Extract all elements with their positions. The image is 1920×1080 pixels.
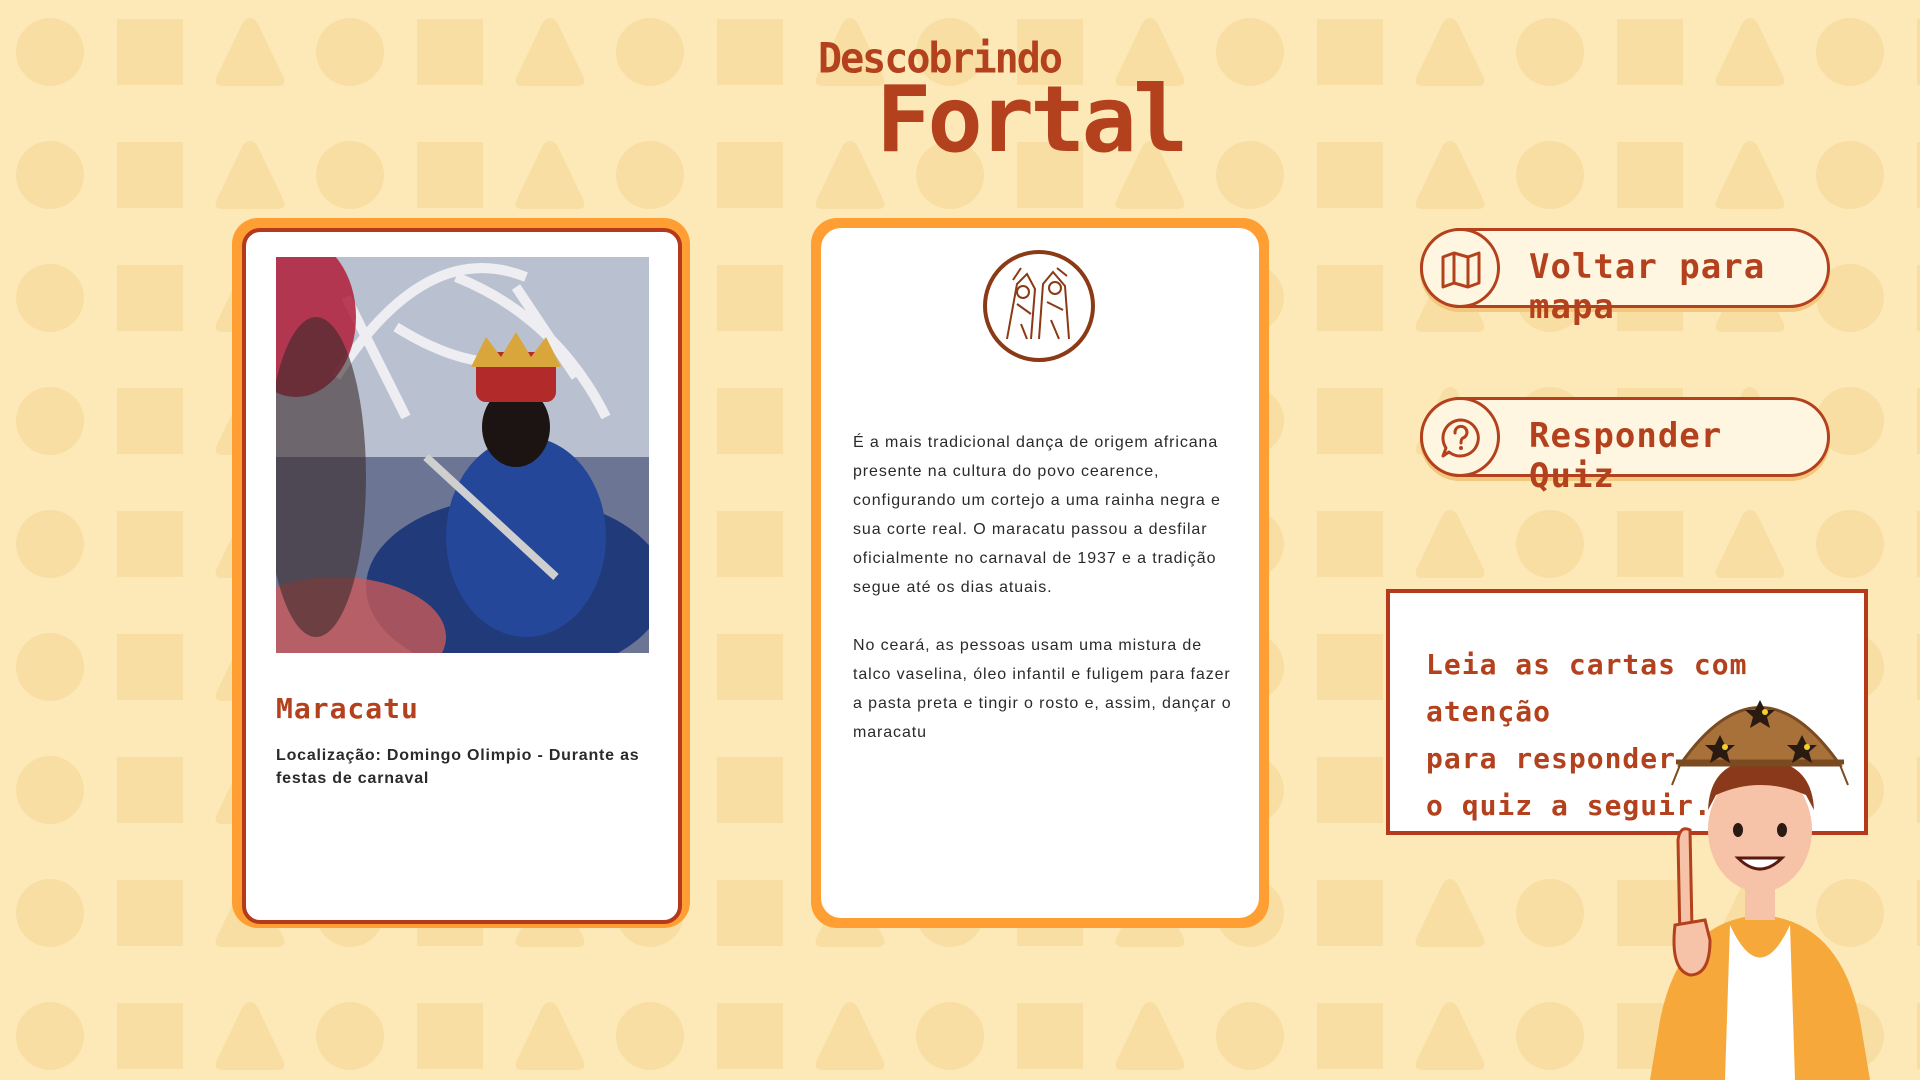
pattern-shape [1317,757,1383,823]
pattern-shape [117,511,183,577]
pattern-shape [1317,19,1383,85]
pattern-shape [1516,510,1584,578]
question-chat-icon [1420,397,1500,477]
pattern-shape [316,18,384,86]
pattern-shape [1317,388,1383,454]
pattern-shape [117,757,183,823]
pattern-shape [1715,510,1785,578]
pattern-shape [515,18,585,86]
pattern-shape [717,388,783,454]
pattern-shape [16,264,84,332]
pattern-shape [16,879,84,947]
info-card-photo: Maracatu Localização: Domingo Olimpio - … [232,218,690,928]
pattern-shape [1516,18,1584,86]
pattern-shape [1415,1002,1485,1070]
pattern-shape [16,510,84,578]
card-inner: Maracatu Localização: Domingo Olimpio - … [242,228,682,924]
pattern-shape [16,633,84,701]
pattern-shape [316,141,384,209]
card-location: Localização: Domingo Olimpio - Durante a… [276,747,640,787]
pattern-shape [1617,19,1683,85]
back-to-map-button[interactable]: Voltar para mapa [1420,228,1830,327]
pattern-shape [1715,141,1785,209]
pattern-shape [1317,142,1383,208]
pattern-shape [1415,18,1485,86]
pattern-shape [1617,142,1683,208]
pattern-shape [16,387,84,455]
pattern-shape [1216,141,1284,209]
pattern-shape [1017,1003,1083,1069]
pattern-shape [117,1003,183,1069]
pattern-shape [717,265,783,331]
logo-line2: Fortal [876,66,1188,173]
pattern-shape [117,19,183,85]
pattern-shape [1415,879,1485,947]
description-paragraph-2: No ceará, as pessoas usam uma mistura de… [853,637,1232,741]
pattern-shape [215,141,285,209]
pattern-shape [1415,141,1485,209]
pattern-shape [16,141,84,209]
pattern-shape [117,265,183,331]
pattern-shape [1617,511,1683,577]
pattern-shape [417,142,483,208]
pattern-shape [815,1002,885,1070]
pattern-shape [916,1002,984,1070]
pattern-shape [117,634,183,700]
pattern-shape [717,880,783,946]
answer-quiz-button[interactable]: Responder Quiz [1420,397,1830,496]
pattern-shape [1516,1002,1584,1070]
map-icon [1420,228,1500,308]
pattern-shape [1317,265,1383,331]
pattern-shape [1115,1002,1185,1070]
pattern-shape [717,142,783,208]
pattern-shape [316,1002,384,1070]
guide-character-illustration [1650,700,1870,1080]
pattern-shape [717,757,783,823]
pattern-shape [1317,880,1383,946]
pattern-shape [515,1002,585,1070]
pattern-shape [1816,141,1884,209]
pattern-shape [1415,510,1485,578]
back-to-map-label: Voltar para mapa [1529,247,1766,327]
pattern-shape [16,18,84,86]
pattern-shape [417,19,483,85]
maracatu-figure-icon [983,250,1095,362]
pattern-shape [1317,1003,1383,1069]
info-card-description: É a mais tradicional dança de origem afr… [811,218,1269,928]
card-title: Maracatu [276,692,419,725]
pattern-shape [717,511,783,577]
pattern-shape [215,18,285,86]
pattern-shape [717,634,783,700]
description-paragraph-1: É a mais tradicional dança de origem afr… [853,434,1221,596]
pattern-shape [616,141,684,209]
pattern-shape [616,1002,684,1070]
pattern-shape [1816,18,1884,86]
pattern-shape [717,1003,783,1069]
pattern-shape [117,142,183,208]
pattern-shape [16,756,84,824]
pattern-shape [1216,18,1284,86]
card-description: É a mais tradicional dança de origem afr… [853,428,1233,776]
pattern-shape [717,19,783,85]
pattern-shape [1317,634,1383,700]
pattern-shape [117,880,183,946]
pattern-shape [1516,879,1584,947]
pattern-shape [616,18,684,86]
pattern-shape [1715,18,1785,86]
pattern-shape [1216,1002,1284,1070]
maracatu-photo [276,257,649,653]
pattern-shape [16,1002,84,1070]
card-inner: É a mais tradicional dança de origem afr… [821,228,1259,918]
pattern-shape [1317,511,1383,577]
answer-quiz-label: Responder Quiz [1529,416,1723,496]
pattern-shape [515,141,585,209]
pattern-shape [117,388,183,454]
pattern-shape [1516,141,1584,209]
app-logo: Descobrindo Fortal [818,35,1188,166]
pattern-shape [417,1003,483,1069]
pattern-shape [1816,510,1884,578]
pattern-shape [215,1002,285,1070]
